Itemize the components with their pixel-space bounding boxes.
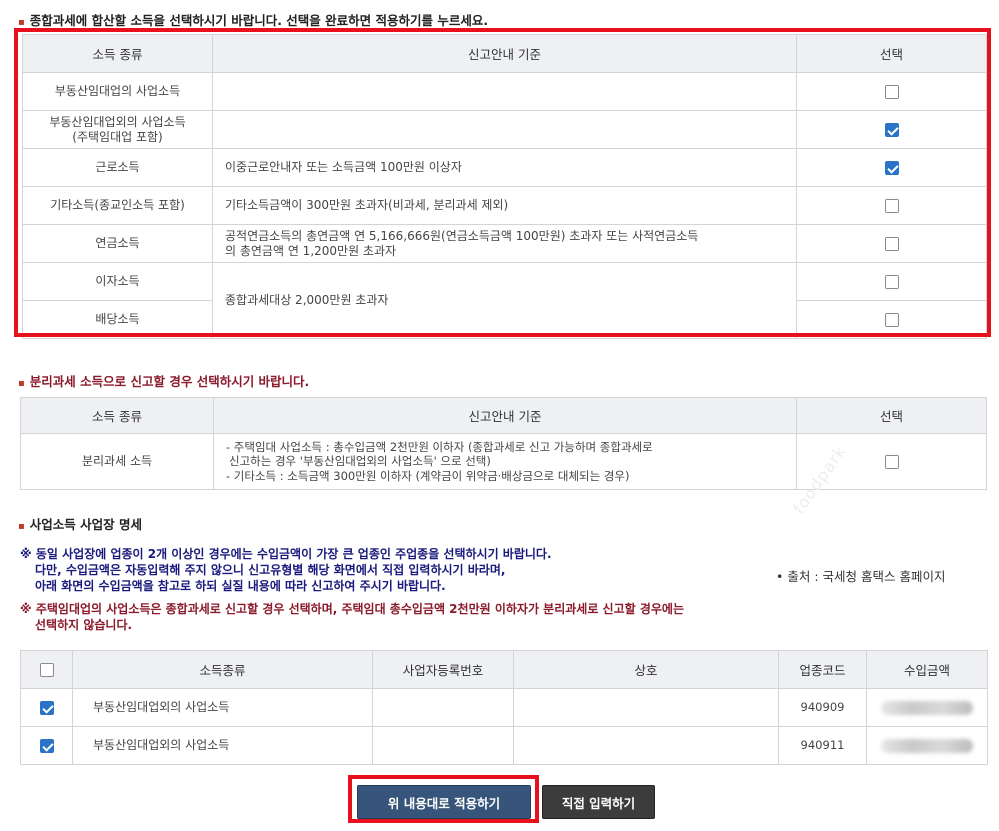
col-header-criteria: 신고안내 기준 xyxy=(213,397,797,434)
industry-code-cell: 940911 xyxy=(778,726,867,765)
notice-line: 다만, 수입금액은 자동입력해 주지 않으니 신고유형별 해당 화면에서 직접 … xyxy=(35,563,506,577)
bullet-icon: ▪ xyxy=(18,17,25,28)
notice-housing-rental: ※ 주택임대업의 사업소득은 종합과세로 신고할 경우 선택하며, 주택임대 총… xyxy=(20,601,684,633)
select-cell xyxy=(20,726,73,765)
col-header-income-type: 소득 종류 xyxy=(20,397,214,434)
section2-title: ▪ 분리과세 소득으로 신고할 경우 선택하시기 바랍니다. xyxy=(18,371,309,390)
select-cell xyxy=(20,688,73,727)
section2-title-text: 분리과세 소득으로 신고할 경우 선택하시기 바랍니다. xyxy=(29,374,310,389)
business-place-table: 소득종류 사업자등록번호 상호 업종코드 수입금액 부동산임대업외의 사업소득 … xyxy=(20,650,988,765)
section3-title: ▪ 사업소득 사업장 명세 xyxy=(18,514,142,533)
industry-code-cell: 940909 xyxy=(778,688,867,727)
business-name-cell xyxy=(513,688,779,727)
revenue-cell xyxy=(866,726,988,765)
table-header-row: 소득종류 사업자등록번호 상호 업종코드 수입금액 xyxy=(20,650,988,689)
col-header-reg-no: 사업자등록번호 xyxy=(372,650,514,689)
revenue-cell xyxy=(866,688,988,727)
income-type-cell: 분리과세 소득 xyxy=(20,433,214,490)
notice-line: ※ 주택임대업의 사업소득은 종합과세로 신고할 경우 선택하며, 주택임대 총… xyxy=(20,602,685,616)
notice-line: 선택하지 않습니다. xyxy=(35,618,133,632)
separate-tax-table: 소득 종류 신고안내 기준 선택 분리과세 소득 - 주택임대 사업소득 : 총… xyxy=(20,397,987,490)
col-header-revenue: 수입금액 xyxy=(866,650,988,689)
table-row: 부동산임대업외의 사업소득 940909 xyxy=(20,688,988,727)
criteria-line: - 주택임대 사업소득 : 총수입금액 2천만원 이하자 (종합과세로 신고 가… xyxy=(226,439,653,454)
criteria-cell: - 주택임대 사업소득 : 총수입금액 2천만원 이하자 (종합과세로 신고 가… xyxy=(213,433,797,490)
highlight-box xyxy=(14,28,991,337)
highlight-box xyxy=(348,775,539,823)
source-caption: • 출처 : 국세청 홈택스 홈페이지 xyxy=(776,569,946,584)
col-header-industry-code: 업종코드 xyxy=(778,650,867,689)
reg-no-cell xyxy=(372,688,514,727)
reg-no-cell xyxy=(372,726,514,765)
income-type-cell: 부동산임대업외의 사업소득 xyxy=(72,688,373,727)
blurred-amount xyxy=(881,700,973,715)
table-row: 부동산임대업외의 사업소득 940911 xyxy=(20,726,988,765)
criteria-line: - 기타소득 : 소득금액 300만원 이하자 (계약금이 위약금·배상금으로 … xyxy=(226,468,630,483)
notice-line: 아래 화면의 수입금액을 참고로 하되 실질 내용에 따라 신고하여 주시기 바… xyxy=(35,579,446,593)
checkbox-checked[interactable] xyxy=(39,738,54,753)
col-header-business-name: 상호 xyxy=(513,650,779,689)
checkbox[interactable] xyxy=(884,454,899,469)
col-header-income-type: 소득종류 xyxy=(72,650,373,689)
notice-main-business: ※ 동일 사업장에 업종이 2개 이상인 경우에는 수입금액이 가장 큰 업종인… xyxy=(20,546,552,594)
select-all-cell xyxy=(20,650,73,689)
checkbox-checked[interactable] xyxy=(39,700,54,715)
bullet-icon: ▪ xyxy=(18,378,25,389)
notice-line: ※ 동일 사업장에 업종이 2개 이상인 경우에는 수입금액이 가장 큰 업종인… xyxy=(20,547,552,561)
table-header-row: 소득 종류 신고안내 기준 선택 xyxy=(20,397,987,434)
section3-title-text: 사업소득 사업장 명세 xyxy=(29,517,142,532)
direct-input-button[interactable]: 직접 입력하기 xyxy=(542,785,655,819)
col-header-select: 선택 xyxy=(796,397,987,434)
select-all-checkbox[interactable] xyxy=(39,663,54,678)
section1-title: ▪ 종합과세에 합산할 소득을 선택하시기 바랍니다. 선택을 완료하면 적용하기… xyxy=(18,10,488,29)
business-name-cell xyxy=(513,726,779,765)
bullet-icon: ▪ xyxy=(18,521,25,532)
blurred-amount xyxy=(881,738,973,753)
income-type-cell: 부동산임대업외의 사업소득 xyxy=(72,726,373,765)
section1-title-text: 종합과세에 합산할 소득을 선택하시기 바랍니다. 선택을 완료하면 적용하기를… xyxy=(29,13,489,28)
criteria-line: 신고하는 경우 '부동산임대업외의 사업소득' 으로 선택) xyxy=(229,454,491,469)
